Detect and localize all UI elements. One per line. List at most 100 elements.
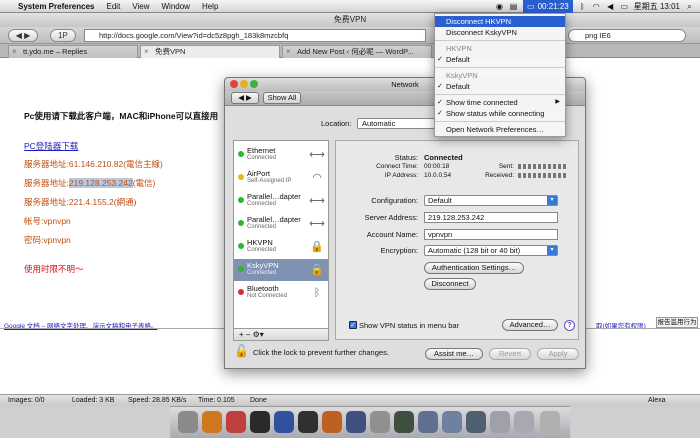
encryption-value: Automatic (128 bit or 40 bit)	[428, 246, 521, 255]
status-dot-icon	[238, 197, 244, 203]
photos-icon[interactable]	[442, 411, 462, 433]
search-field[interactable]: png IE6	[568, 29, 686, 42]
firefox-alt-icon[interactable]	[226, 411, 246, 433]
menu-help[interactable]: Help	[196, 2, 224, 11]
close-icon[interactable]: ×	[144, 46, 149, 58]
service-type-icon: 🔒	[310, 264, 324, 276]
mail-icon[interactable]	[346, 411, 366, 433]
server-2: 服务器地址:219.128.253.242(電信)	[24, 177, 155, 189]
qq-alt-icon[interactable]	[298, 411, 318, 433]
zoom-window-icon[interactable]	[250, 80, 258, 88]
menu-window[interactable]: Window	[156, 2, 196, 11]
battery-icon[interactable]: ▭	[620, 2, 629, 11]
app-2-icon[interactable]	[466, 411, 486, 433]
service-item[interactable]: KskyVPN Connected 🔒	[234, 259, 328, 281]
status-images: Images: 0/0	[8, 397, 45, 404]
account-text: 帐号:vpnvpn	[24, 216, 71, 226]
downloads-icon[interactable]	[514, 411, 534, 433]
revert-button[interactable]: Revert	[489, 348, 531, 360]
authentication-settings-button[interactable]: Authentication Settings…	[424, 262, 524, 274]
service-name: HKVPN	[247, 238, 273, 247]
show-status-connecting-item[interactable]: Show status while connecting	[435, 108, 565, 119]
firefox-icon[interactable]	[202, 411, 222, 433]
service-item[interactable]: HKVPN Connected 🔒	[234, 236, 328, 258]
show-all-button[interactable]: Show All	[263, 92, 301, 104]
show-vpn-status-label: Show VPN status in menu bar	[359, 321, 460, 330]
itunes-icon[interactable]	[418, 411, 438, 433]
account-name-field[interactable]: vpnvpn	[424, 229, 558, 240]
status-icon[interactable]: ◉	[495, 2, 504, 11]
wifi-icon[interactable]: ◠	[592, 2, 601, 11]
close-icon[interactable]: ×	[286, 46, 291, 58]
service-item[interactable]: Bluetooth Not Connected ᛒ	[234, 282, 328, 304]
clipboard-icon[interactable]: ▤	[509, 2, 518, 11]
browser-toolbar: ◀ ▶ 1P http://docs.google.com/View?id=dc…	[0, 27, 700, 44]
close-window-icon[interactable]	[230, 80, 238, 88]
service-item[interactable]: Parallel…dapter Connected ⟷	[234, 213, 328, 235]
status-label: Status:	[394, 153, 418, 162]
tab-replies[interactable]: × tt.ydo.me – Replies	[8, 45, 138, 58]
disconnect-hkvpn-item[interactable]: Disconnect HKVPN	[435, 16, 565, 27]
minimize-window-icon[interactable]	[240, 80, 248, 88]
hkvpn-default-item[interactable]: Default	[435, 54, 565, 65]
show-time-connected-item[interactable]: Show time connected ▶	[435, 97, 565, 108]
lock-icon[interactable]: 🔓	[234, 344, 249, 358]
kskyvpn-default-item[interactable]: Default	[435, 81, 565, 92]
browser-icon[interactable]	[322, 411, 342, 433]
report-abuse-button[interactable]: 报告滥用行为	[656, 317, 698, 328]
encryption-select[interactable]: Automatic (128 bit or 40 bit) ▾	[424, 245, 558, 256]
disconnect-button[interactable]: Disconnect	[424, 278, 476, 290]
trash-icon[interactable]	[540, 411, 560, 433]
status-speed: Speed: 28.85 KB/s	[128, 397, 187, 404]
status-alexa[interactable]: Alexa	[648, 395, 666, 406]
server-2-suffix: (電信)	[132, 178, 156, 188]
advanced-button[interactable]: Advanced…	[502, 319, 558, 331]
app-menu[interactable]: System Preferences	[12, 2, 101, 11]
apply-button[interactable]: Apply	[537, 348, 579, 360]
service-name: Ethernet	[247, 146, 276, 155]
show-time-label: Show time connected	[446, 98, 518, 107]
status-value: Connected	[424, 153, 463, 162]
service-item[interactable]: AirPort Self-Assigned IP ◠	[234, 167, 328, 189]
finder-icon[interactable]	[178, 411, 198, 433]
service-list-controls[interactable]: + – ⚙▾	[233, 329, 329, 341]
menu-extras: ◉ ▤ ▭ 00:21:23 ᛒ ◠ ◀ ▭ 星期五 13:01 ⌕	[495, 0, 700, 13]
vpn-menu-extra[interactable]: ▭ 00:21:23	[523, 0, 573, 13]
qq-icon[interactable]	[250, 411, 270, 433]
close-icon[interactable]: ×	[12, 46, 17, 58]
back-forward-button[interactable]: ◀ ▶	[8, 29, 38, 42]
connect-time-value: 00:00:18	[424, 163, 450, 170]
tab-wordpress[interactable]: × Add New Post ‹ 何必呢 — WordP...	[282, 45, 432, 58]
help-button[interactable]: ?	[564, 320, 575, 331]
assist-me-button[interactable]: Assist me…	[425, 348, 483, 360]
tab-vpn[interactable]: × 免费VPN	[140, 45, 280, 58]
server-label: Server Address:	[364, 213, 418, 222]
preferences-icon[interactable]	[370, 411, 390, 433]
disconnect-kskyvpn-item[interactable]: Disconnect KskyVPN	[435, 27, 565, 38]
add-remove-gear[interactable]: + – ⚙▾	[234, 330, 264, 339]
back-forward-button[interactable]: ◀ ▶	[231, 92, 259, 104]
menu-view[interactable]: View	[126, 2, 155, 11]
app-icon[interactable]	[274, 411, 294, 433]
volume-icon[interactable]: ◀	[606, 2, 615, 11]
clock[interactable]: 星期五 13:01	[634, 1, 680, 12]
ip-label: IP Address:	[384, 172, 418, 179]
documents-icon[interactable]	[490, 411, 510, 433]
show-vpn-status-checkbox[interactable]: ✓	[349, 321, 357, 329]
spotlight-icon[interactable]: ⌕	[685, 2, 694, 11]
service-name: Parallel…dapter	[247, 215, 301, 224]
bluetooth-icon[interactable]: ᛒ	[578, 2, 587, 11]
location-select[interactable]: Automatic	[357, 118, 435, 129]
url-field[interactable]: http://docs.google.com/View?id=dc5z8pgh_…	[84, 29, 426, 42]
encryption-label: Encryption:	[380, 246, 418, 255]
service-item[interactable]: Ethernet Connected ⟷	[234, 144, 328, 166]
download-link[interactable]: PC登陆器下载	[24, 140, 78, 152]
menu-edit[interactable]: Edit	[101, 2, 127, 11]
server-address-field[interactable]: 219.128.253.242	[424, 212, 558, 223]
service-status: Self-Assigned IP	[247, 178, 292, 184]
terminal-icon[interactable]	[394, 411, 414, 433]
bookmark-button[interactable]: 1P	[50, 29, 76, 42]
service-item[interactable]: Parallel…dapter Connected ⟷	[234, 190, 328, 212]
open-network-preferences-item[interactable]: Open Network Preferences…	[435, 124, 565, 135]
configuration-select[interactable]: Default ▾	[424, 195, 558, 206]
